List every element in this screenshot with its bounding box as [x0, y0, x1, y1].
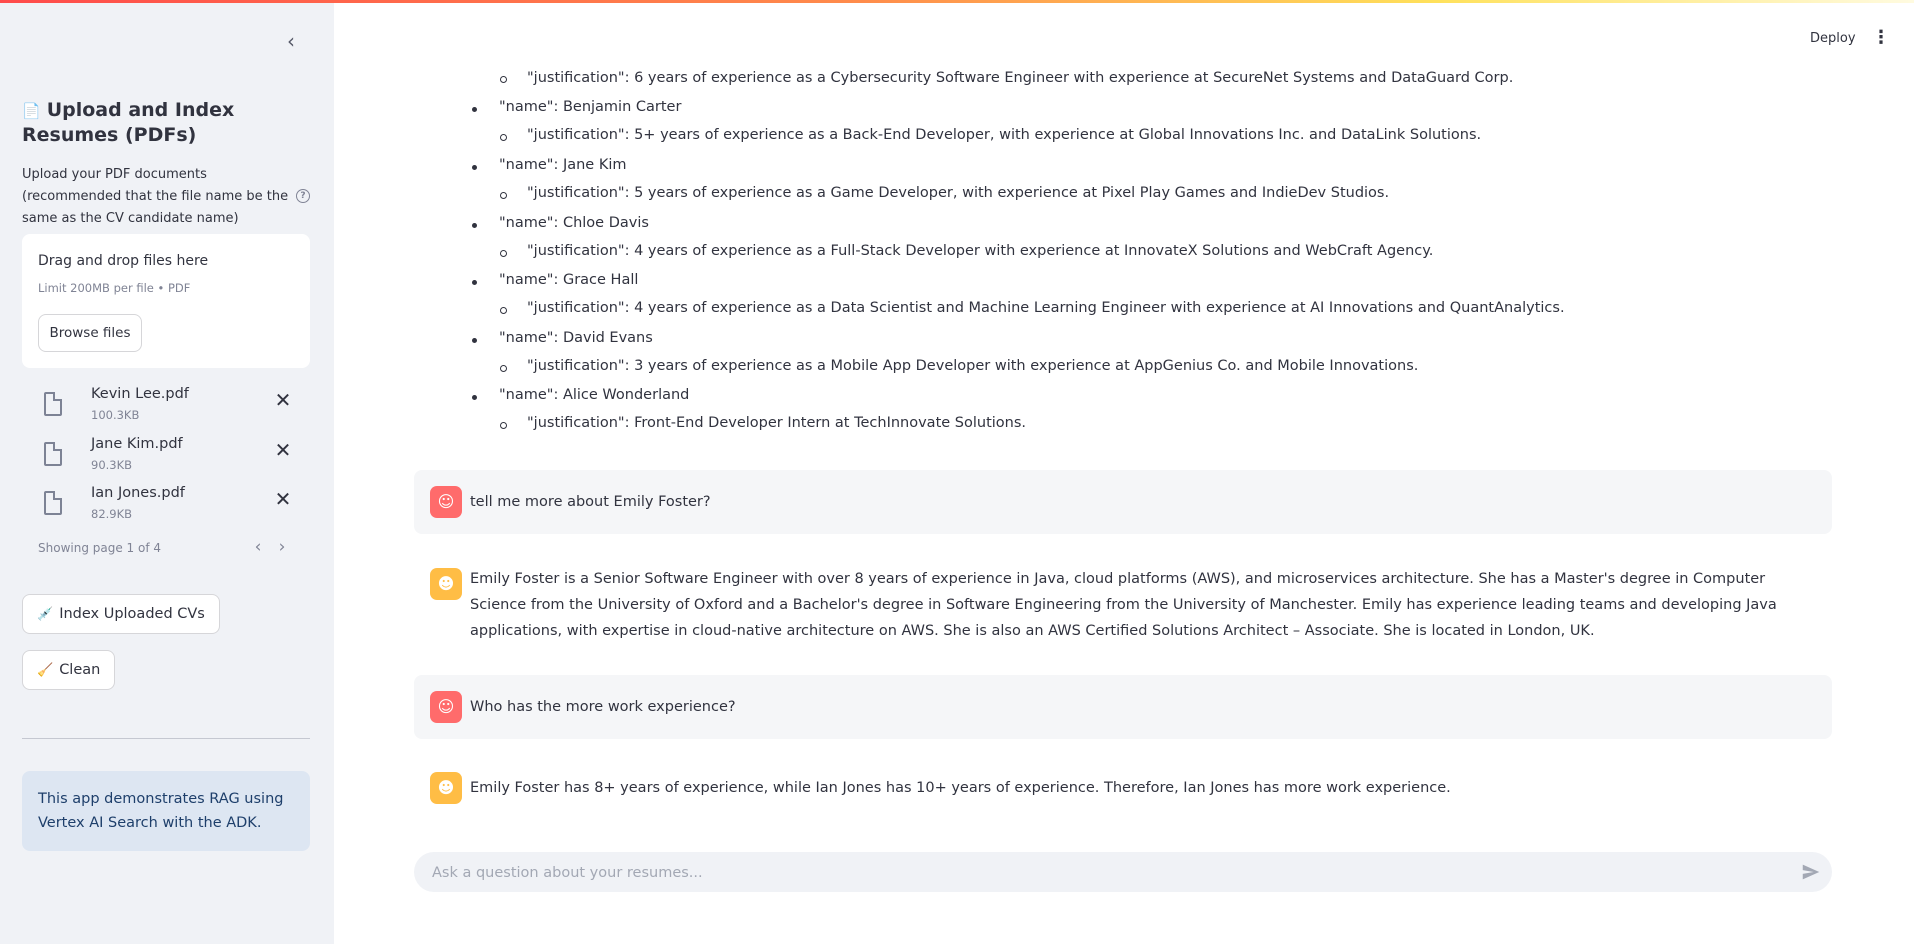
index-cvs-button[interactable]: 💉 Index Uploaded CVs [22, 594, 220, 634]
browse-files-button[interactable]: Browse files [38, 314, 142, 352]
justification-text: "justification": 5+ years of experience … [527, 127, 1482, 143]
uploaded-file: Jane Kim.pdf 90.3KB ✕ [22, 434, 310, 480]
chevron-left-icon[interactable]: ‹ [250, 537, 266, 557]
justification-text: "justification": 3 years of experience a… [527, 358, 1419, 374]
deploy-button[interactable]: Deploy [1810, 31, 1856, 46]
user-message: ☺ tell me more about Emily Foster? [414, 470, 1832, 534]
clean-button[interactable]: 🧹 Clean [22, 650, 116, 690]
sub-bullet [500, 307, 507, 314]
chevron-right-icon[interactable]: › [274, 537, 290, 557]
candidate-name: "name": Jane Kim [499, 157, 627, 173]
remove-file-icon[interactable]: ✕ [273, 489, 293, 509]
message-text: tell me more about Emily Foster? [470, 494, 711, 510]
collapse-sidebar-button[interactable]: ‹ [281, 31, 301, 52]
sub-bullet [500, 250, 507, 257]
main-menu-icon[interactable]: ⋮ [1872, 28, 1890, 48]
dropzone-limit: Limit 200MB per file • PDF [38, 281, 191, 295]
remove-file-icon[interactable]: ✕ [273, 440, 293, 460]
chat-input[interactable] [430, 852, 1754, 894]
chat-input-bar [414, 852, 1832, 894]
sub-bullet [500, 422, 507, 429]
candidate-name: "name": Alice Wonderland [499, 387, 690, 403]
upload-label: Upload your PDF documents (recommended t… [22, 167, 289, 226]
uploaded-file: Kevin Lee.pdf 100.3KB ✕ [22, 384, 310, 430]
top-decoration-bar [0, 0, 1914, 3]
bullet [472, 107, 477, 112]
file-name: Ian Jones.pdf [91, 485, 185, 501]
assistant-message: ☻ Emily Foster is a Senior Software Engi… [414, 554, 1832, 650]
clean-label: Clean [59, 662, 101, 678]
bot-avatar-icon: ☻ [430, 568, 462, 600]
file-icon [44, 491, 62, 515]
candidate-name: "name": David Evans [499, 330, 653, 346]
document-icon: 📄 [22, 102, 41, 120]
user-avatar-icon: ☺ [430, 691, 462, 723]
sub-bullet [500, 76, 507, 83]
sidebar-title-text: Upload and Index Resumes (PDFs) [22, 99, 235, 146]
sidebar-title: 📄 Upload and Index Resumes (PDFs) [22, 98, 292, 147]
sidebar: ‹ 📄 Upload and Index Resumes (PDFs) Uploa… [0, 0, 334, 944]
candidate-name: "name": Grace Hall [499, 272, 639, 288]
justification-text: "justification": 6 years of experience a… [527, 70, 1514, 86]
index-cvs-label: Index Uploaded CVs [59, 606, 205, 622]
pagination-text: Showing page 1 of 4 [38, 541, 161, 555]
bullet [472, 165, 477, 170]
justification-text: "justification": Front-End Developer Int… [527, 415, 1027, 431]
user-avatar-icon: ☺ [430, 486, 462, 518]
bot-avatar-icon: ☻ [430, 772, 462, 804]
sub-bullet [500, 192, 507, 199]
justification-text: "justification": 5 years of experience a… [527, 185, 1390, 201]
user-message: ☺ Who has the more work experience? [414, 675, 1832, 739]
file-icon [44, 442, 62, 466]
uploaded-file: Ian Jones.pdf 82.9KB ✕ [22, 483, 310, 529]
file-icon [44, 392, 62, 416]
help-icon[interactable]: ? [296, 189, 310, 203]
broom-icon: 🧹 [37, 663, 54, 678]
file-dropzone[interactable]: Drag and drop files here Limit 200MB per… [22, 234, 310, 368]
candidate-name: "name": Benjamin Carter [499, 99, 682, 115]
syringe-icon: 💉 [37, 607, 54, 622]
bullet [472, 280, 477, 285]
message-text: Emily Foster has 8+ years of experience,… [470, 780, 1451, 796]
file-size: 100.3KB [91, 408, 140, 422]
message-text: Emily Foster is a Senior Software Engine… [470, 571, 1777, 639]
bullet [472, 338, 477, 343]
send-icon[interactable] [1800, 861, 1822, 883]
sub-bullet [500, 365, 507, 372]
file-size: 90.3KB [91, 458, 133, 472]
justification-text: "justification": 4 years of experience a… [527, 300, 1565, 316]
assistant-message: ☻ Emily Foster has 8+ years of experienc… [414, 758, 1832, 818]
remove-file-icon[interactable]: ✕ [273, 390, 293, 410]
sub-bullet [500, 134, 507, 141]
sidebar-divider [22, 738, 310, 739]
dropzone-title: Drag and drop files here [38, 253, 209, 269]
justification-text: "justification": 4 years of experience a… [527, 243, 1434, 259]
file-name: Kevin Lee.pdf [91, 386, 189, 402]
file-name: Jane Kim.pdf [91, 436, 183, 452]
info-alert: This app demonstrates RAG using Vertex A… [22, 771, 310, 851]
bullet [472, 223, 477, 228]
message-text: Who has the more work experience? [470, 699, 736, 715]
candidate-name: "name": Chloe Davis [499, 215, 649, 231]
file-size: 82.9KB [91, 507, 133, 521]
bullet [472, 395, 477, 400]
